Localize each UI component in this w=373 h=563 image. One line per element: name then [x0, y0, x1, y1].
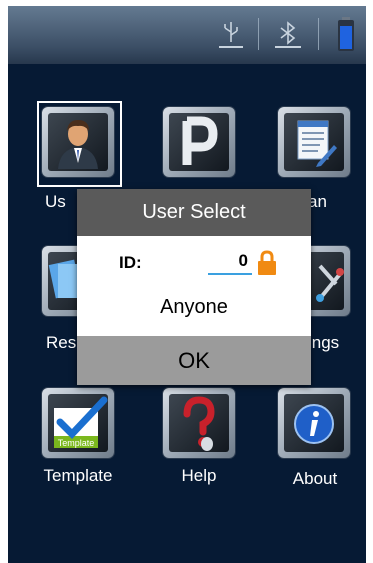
selected-user-name[interactable]: Anyone	[77, 296, 311, 319]
help-icon	[183, 396, 215, 451]
tile-p[interactable]	[163, 107, 235, 177]
p-icon	[182, 116, 218, 165]
battery-icon	[338, 17, 354, 51]
tile-help-label: Help	[181, 466, 217, 485]
tile-help[interactable]	[163, 388, 235, 458]
status-separator	[258, 18, 259, 50]
usb-icon	[219, 22, 243, 48]
info-icon	[294, 404, 334, 444]
lock-icon[interactable]	[257, 250, 277, 276]
tools-icon	[316, 264, 344, 302]
tile-user[interactable]	[42, 107, 114, 177]
tile-template[interactable]: Template	[42, 388, 114, 458]
status-separator	[318, 18, 319, 50]
user-icon	[58, 120, 98, 169]
tile-template-label: Template	[43, 466, 113, 485]
id-label: ID:	[119, 253, 142, 272]
user-select-dialog: User Select ID: 0 Anyone OK	[77, 189, 311, 385]
tile-scan-label: an	[308, 192, 327, 211]
tile-about[interactable]	[278, 388, 350, 458]
ok-button[interactable]: OK	[77, 336, 311, 385]
dialog-title: User Select	[77, 189, 311, 236]
tile-about-label: About	[292, 469, 338, 488]
document-pen-icon	[297, 120, 337, 167]
status-bar	[8, 6, 366, 64]
dialog-body: ID: 0 Anyone	[77, 236, 311, 336]
tile-scan[interactable]	[278, 107, 350, 177]
tile-settings-label: ings	[308, 333, 340, 352]
svg-text:Template: Template	[58, 438, 95, 448]
template-check-icon: Template	[54, 396, 108, 448]
device-screen: Us an Res ings Template Template Help Ab…	[8, 6, 366, 563]
id-field[interactable]: 0	[208, 251, 252, 275]
bluetooth-icon	[275, 21, 301, 48]
